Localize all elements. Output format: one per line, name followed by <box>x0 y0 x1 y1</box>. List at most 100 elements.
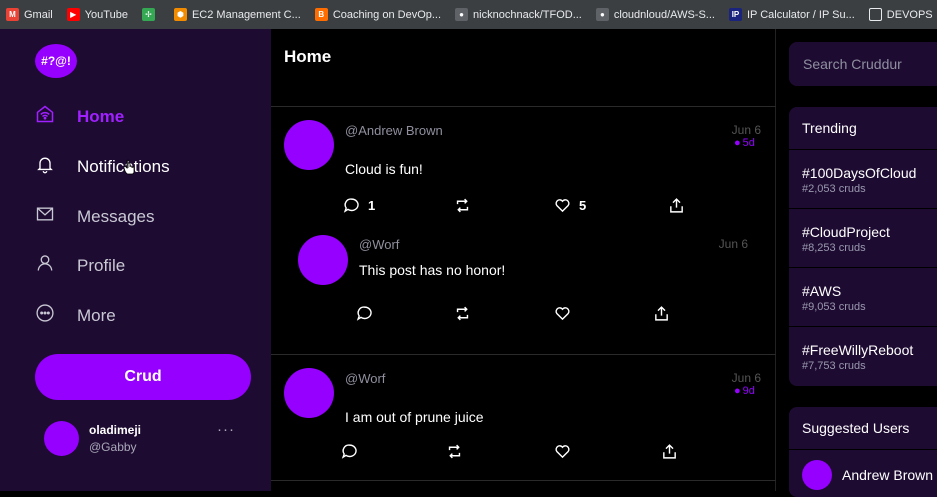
reply-count: 1 <box>368 198 376 213</box>
divider <box>271 106 776 107</box>
reply-icon <box>343 198 359 213</box>
right-panel: Trending #100DaysOfCloud #2,053 cruds #C… <box>776 29 937 497</box>
post-date: Jun 6 <box>718 237 748 251</box>
profile-name: oladimeji <box>89 423 142 437</box>
reply-button[interactable] <box>356 305 373 322</box>
nav-label-profile: Profile <box>77 255 126 275</box>
main-feed: Home @Andrew Brown Jun 6 ● 5d Cloud is fu… <box>271 29 776 491</box>
trending-tag: #100DaysOfCloud <box>802 165 917 181</box>
post-message: This post has no honor! <box>359 262 506 278</box>
bell-icon <box>35 154 55 179</box>
profile-card[interactable]: oladimeji @Gabby ··· <box>44 421 244 461</box>
nav-item-notifications[interactable]: Notifications <box>35 154 170 179</box>
like-button[interactable] <box>554 305 571 322</box>
reply-button[interactable] <box>341 443 358 460</box>
suggested-user-item[interactable]: Andrew Brown <box>789 450 937 490</box>
trending-tag: #CloudProject <box>802 224 890 240</box>
trending-count: #7,753 cruds <box>802 360 866 372</box>
repost-button[interactable] <box>454 305 471 322</box>
bookmark-item[interactable]: B Coaching on DevOp... <box>314 8 442 21</box>
post-handle[interactable]: @Worf <box>345 371 385 386</box>
crud-button[interactable]: Crud <box>35 354 251 400</box>
nav-item-more[interactable]: More <box>35 303 116 328</box>
post-date: Jun 6 <box>731 371 761 385</box>
profile-menu-button[interactable]: ··· <box>217 421 235 438</box>
hand-cursor-icon <box>124 159 135 175</box>
bookmark-item[interactable]: ✢ <box>141 8 160 21</box>
divider <box>271 354 776 355</box>
blogger-icon: B <box>314 8 328 21</box>
bookmarks-bar: M Gmail ▶ YouTube ✢ ⬢ EC2 Management C... B Coac… <box>0 0 937 29</box>
avatar[interactable] <box>284 120 334 170</box>
trending-tag: #AWS <box>802 283 842 299</box>
logo[interactable]: #?@! <box>35 44 77 78</box>
suggested-user-name: Andrew Brown <box>842 467 934 483</box>
heart-icon <box>555 307 570 321</box>
repost-icon <box>456 306 469 321</box>
repost-button[interactable] <box>446 443 463 460</box>
divider <box>271 480 776 481</box>
bookmark-item[interactable]: ⬢ EC2 Management C... <box>173 8 301 21</box>
bookmark-label: EC2 Management C... <box>191 8 301 21</box>
bookmark-label: IP Calculator / IP Su... <box>746 8 855 21</box>
nav-item-profile[interactable]: Profile <box>35 253 125 278</box>
bookmark-item[interactable]: ● cloudnloud/AWS-S... <box>595 8 715 21</box>
share-button[interactable] <box>653 305 670 322</box>
nav-item-messages[interactable]: Messages <box>35 204 154 229</box>
avatar <box>802 460 832 490</box>
share-icon <box>655 306 668 321</box>
nav-label-home: Home <box>77 106 125 126</box>
suggested-users-panel: Suggested Users Andrew Brown <box>789 407 937 497</box>
avatar[interactable] <box>298 235 348 285</box>
heart-icon <box>555 445 570 459</box>
expire-badge: ● 9d <box>734 385 755 397</box>
gmail-icon: M <box>6 8 19 21</box>
bookmark-label: Gmail <box>24 8 53 21</box>
trending-item[interactable]: #FreeWillyReboot #7,753 cruds <box>789 327 937 386</box>
post-message: Cloud is fun! <box>345 161 423 177</box>
page-title: Home <box>284 47 332 66</box>
profile-handle: @Gabby <box>89 440 137 454</box>
nav-item-home[interactable]: Home <box>35 104 124 129</box>
reply-button[interactable]: 1 <box>343 197 375 214</box>
sidebar: #?@! Home Notifications Messages Profile <box>0 29 271 491</box>
heart-icon <box>555 199 570 213</box>
like-button[interactable] <box>554 443 571 460</box>
share-button[interactable] <box>668 197 685 214</box>
bookmark-item[interactable]: DEVOPS <box>868 8 933 21</box>
repost-button[interactable] <box>454 197 471 214</box>
like-count: 5 <box>579 198 587 213</box>
bookmark-label: nicknochnack/TFOD... <box>473 8 582 21</box>
post-date: Jun 6 <box>731 123 761 137</box>
post-message: I am out of prune juice <box>345 409 484 425</box>
youtube-icon: ▶ <box>66 8 80 21</box>
like-button[interactable]: 5 <box>554 197 586 214</box>
reply-icon <box>356 306 372 321</box>
trending-item[interactable]: #CloudProject #8,253 cruds <box>789 209 937 268</box>
trending-item[interactable]: #AWS #9,053 cruds <box>789 268 937 327</box>
reply-icon <box>341 444 357 459</box>
trending-panel: Trending #100DaysOfCloud #2,053 cruds #C… <box>789 107 937 386</box>
bookmark-label: Coaching on DevOp... <box>332 8 442 21</box>
trending-item[interactable]: #100DaysOfCloud #2,053 cruds <box>789 150 937 209</box>
share-button[interactable] <box>661 443 678 460</box>
search-input[interactable] <box>789 42 937 86</box>
repost-icon <box>448 444 461 459</box>
envelope-icon <box>35 204 55 229</box>
post-handle[interactable]: @Andrew Brown <box>345 123 443 138</box>
share-icon <box>663 444 676 459</box>
nav-label-messages: Messages <box>77 206 155 226</box>
post-handle[interactable]: @Worf <box>359 237 399 252</box>
avatar[interactable] <box>284 368 334 418</box>
bomb-icon: ● <box>734 385 741 397</box>
bookmark-item[interactable]: ● nicknochnack/TFOD... <box>455 8 582 21</box>
share-icon <box>670 198 683 213</box>
trending-count: #8,253 cruds <box>802 242 866 254</box>
home-icon <box>35 104 55 129</box>
bookmark-item[interactable]: M Gmail <box>6 8 53 21</box>
bookmark-item[interactable]: ▶ YouTube <box>66 8 128 21</box>
nav-label-more: More <box>77 305 116 325</box>
pinwheel-icon: ✢ <box>141 8 155 21</box>
suggested-title: Suggested Users <box>789 407 937 450</box>
bookmark-item[interactable]: IP IP Calculator / IP Su... <box>728 8 855 21</box>
